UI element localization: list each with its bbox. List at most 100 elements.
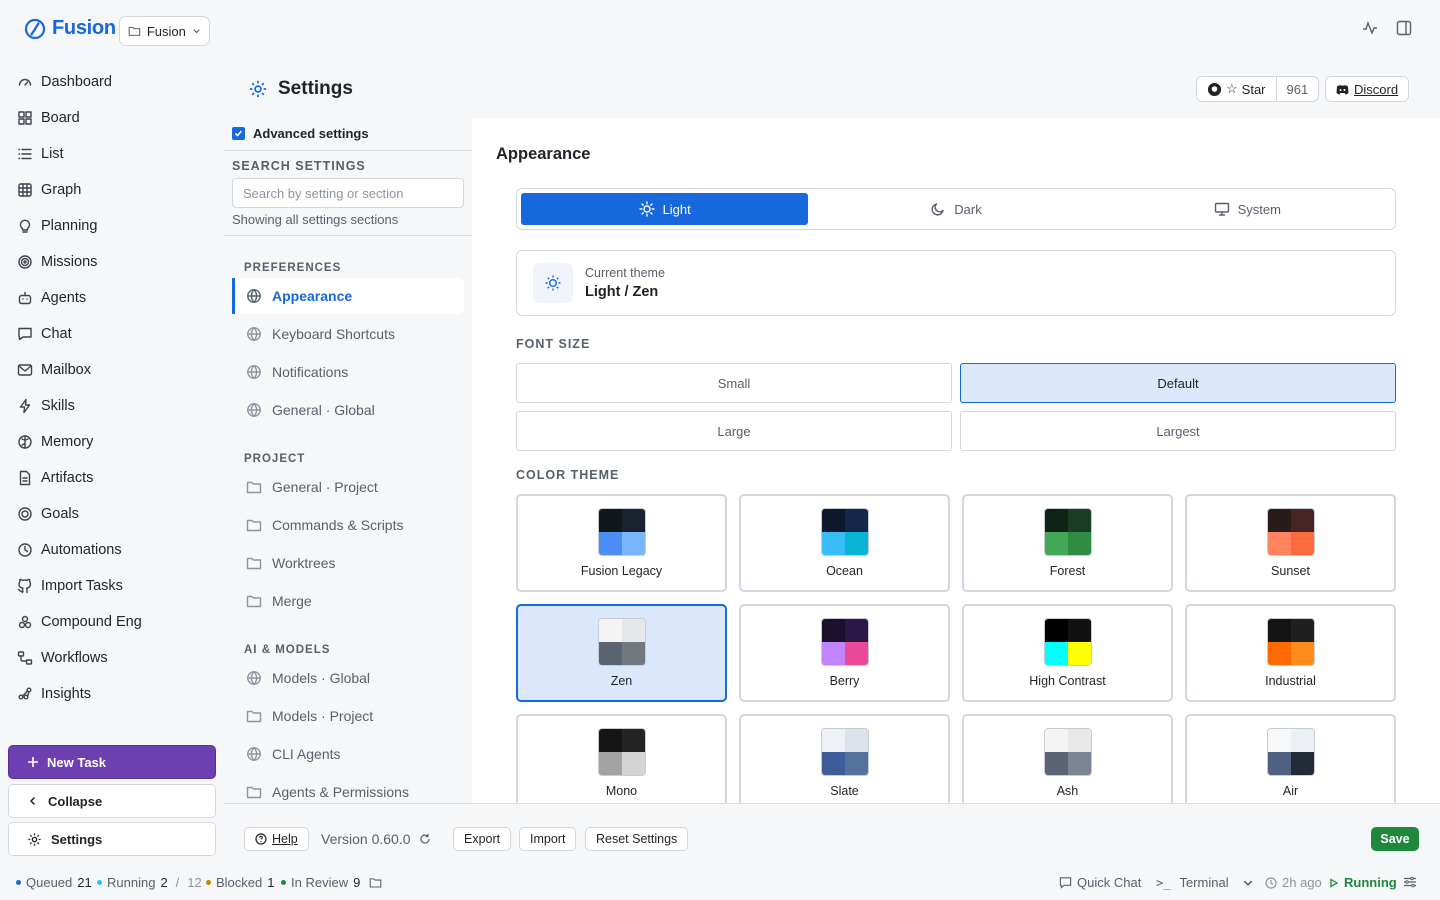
export-button[interactable]: Export <box>453 827 512 851</box>
insights-icon <box>18 687 32 700</box>
nav-item-compound-eng[interactable]: Compound Eng <box>8 604 216 640</box>
mode-light-button[interactable]: Light <box>521 193 809 225</box>
settings-nav-keyboard-shortcuts[interactable]: Keyboard Shortcuts <box>232 316 464 352</box>
terminal-button[interactable]: >_ Terminal <box>1156 875 1254 890</box>
queued-status[interactable]: Queued 21 <box>16 875 92 890</box>
theme-card-air[interactable]: Air <box>1185 714 1396 803</box>
play-icon <box>1330 877 1339 888</box>
theme-card-sunset[interactable]: Sunset <box>1185 494 1396 592</box>
settings-nav-notifications[interactable]: Notifications <box>232 354 464 390</box>
swatch-color <box>1044 642 1068 665</box>
theme-card-mono[interactable]: Mono <box>516 714 727 803</box>
help-button[interactable]: Help <box>244 827 309 851</box>
mode-system-button[interactable]: System <box>1104 193 1391 225</box>
blocked-status[interactable]: Blocked 1 <box>206 875 274 890</box>
settings-nav-label: Worktrees <box>272 555 336 571</box>
settings-nav-label: Commands & Scripts <box>272 517 404 533</box>
swatch-color <box>621 619 645 642</box>
font-size-largest-button[interactable]: Largest <box>960 411 1396 451</box>
settings-nav-appearance[interactable]: Appearance <box>232 278 464 314</box>
new-task-button[interactable]: New Task <box>8 745 216 779</box>
section-heading: PROJECT <box>244 453 306 465</box>
font-size-large-button[interactable]: Large <box>516 411 952 451</box>
theme-card-zen[interactable]: Zen <box>516 604 727 702</box>
running-status[interactable]: Running 2 / 12 <box>97 875 202 890</box>
font-size-default-button[interactable]: Default <box>960 363 1396 403</box>
theme-swatch <box>1043 508 1092 556</box>
theme-card-slate[interactable]: Slate <box>739 714 950 803</box>
theme-name: Berry <box>829 674 860 688</box>
nav-item-planning[interactable]: Planning <box>8 208 216 244</box>
theme-card-forest[interactable]: Forest <box>962 494 1173 592</box>
nav-item-skills[interactable]: Skills <box>8 388 216 424</box>
settings-nav-merge[interactable]: Merge <box>232 583 464 619</box>
nav-item-label: Insights <box>41 686 91 702</box>
theme-card-high-contrast[interactable]: High Contrast <box>962 604 1173 702</box>
nav-item-list[interactable]: List <box>8 136 216 172</box>
settings-nav-label: Keyboard Shortcuts <box>272 326 395 342</box>
settings-search-input[interactable] <box>232 178 464 208</box>
settings-nav-worktrees[interactable]: Worktrees <box>232 545 464 581</box>
theme-card-ash[interactable]: Ash <box>962 714 1173 803</box>
reset-settings-button[interactable]: Reset Settings <box>585 827 689 851</box>
nav-item-import-tasks[interactable]: Import Tasks <box>8 568 216 604</box>
settings-nav-models-project[interactable]: Models · Project <box>232 698 464 734</box>
nav-item-board[interactable]: Board <box>8 100 216 136</box>
folder-icon <box>128 26 141 36</box>
mode-dark-button[interactable]: Dark <box>812 193 1099 225</box>
goal-icon <box>18 507 32 521</box>
checkbox-checked-icon[interactable] <box>232 127 245 140</box>
swatch-color <box>844 752 868 775</box>
project-switcher[interactable]: Fusion <box>119 16 210 46</box>
version-text: Version 0.60.0 <box>321 831 411 847</box>
sliders-icon[interactable] <box>1403 875 1417 889</box>
settings-nav-cli-agents[interactable]: CLI Agents <box>232 736 464 772</box>
panel-toggle-icon[interactable] <box>1396 20 1412 36</box>
settings-nav-models-global[interactable]: Models · Global <box>232 660 464 696</box>
engine-state-label: Running <box>1344 875 1397 890</box>
discord-link[interactable]: Discord <box>1325 76 1410 102</box>
theme-name: Forest <box>1049 564 1086 578</box>
github-star-button[interactable]: ☆ Star 961 <box>1196 76 1320 102</box>
theme-card-ocean[interactable]: Ocean <box>739 494 950 592</box>
settings-nav-commands-scripts[interactable]: Commands & Scripts <box>232 507 464 543</box>
font-size-small-button[interactable]: Small <box>516 363 952 403</box>
nav-item-dashboard[interactable]: Dashboard <box>8 64 216 100</box>
advanced-settings-toggle[interactable]: Advanced settings <box>232 126 369 141</box>
swatch-color <box>1267 729 1291 752</box>
nav-item-artifacts[interactable]: Artifacts <box>8 460 216 496</box>
theme-card-industrial[interactable]: Industrial <box>1185 604 1396 702</box>
brand[interactable]: Fusion <box>24 17 116 40</box>
review-status[interactable]: In Review 9 <box>281 875 382 890</box>
nav-item-chat[interactable]: Chat <box>8 316 216 352</box>
chevron-down-icon[interactable] <box>1242 877 1254 889</box>
collapse-button[interactable]: Collapse <box>8 784 216 818</box>
settings-button[interactable]: Settings <box>8 822 216 856</box>
nav-item-agents[interactable]: Agents <box>8 280 216 316</box>
settings-nav-label: Models · Project <box>272 708 374 724</box>
refresh-icon[interactable] <box>419 833 431 845</box>
theme-card-fusion-legacy[interactable]: Fusion Legacy <box>516 494 727 592</box>
nav-item-insights[interactable]: Insights <box>8 676 216 712</box>
import-button[interactable]: Import <box>519 827 577 851</box>
settings-nav-general-project[interactable]: General · Project <box>232 469 464 505</box>
nav-item-mailbox[interactable]: Mailbox <box>8 352 216 388</box>
nav-item-goals[interactable]: Goals <box>8 496 216 532</box>
nav-item-memory[interactable]: Memory <box>8 424 216 460</box>
folder-icon <box>246 519 262 532</box>
nav-item-automations[interactable]: Automations <box>8 532 216 568</box>
nav-item-graph[interactable]: Graph <box>8 172 216 208</box>
theme-card-berry[interactable]: Berry <box>739 604 950 702</box>
settings-nav-general-global[interactable]: General · Global <box>232 392 464 428</box>
engine-state[interactable]: Running <box>1329 875 1397 890</box>
save-button[interactable]: Save <box>1371 827 1419 851</box>
activity-icon[interactable] <box>1362 20 1378 36</box>
theme-name: Mono <box>605 784 638 798</box>
settings-nav-agents-permissions[interactable]: Agents & Permissions <box>232 774 464 803</box>
quick-chat-button[interactable]: Quick Chat <box>1059 875 1141 890</box>
theme-name: Industrial <box>1265 674 1316 688</box>
running-count: 2 <box>160 875 168 890</box>
nav-item-missions[interactable]: Missions <box>8 244 216 280</box>
nav-item-workflows[interactable]: Workflows <box>8 640 216 676</box>
settings-nav-label: Notifications <box>272 364 349 380</box>
